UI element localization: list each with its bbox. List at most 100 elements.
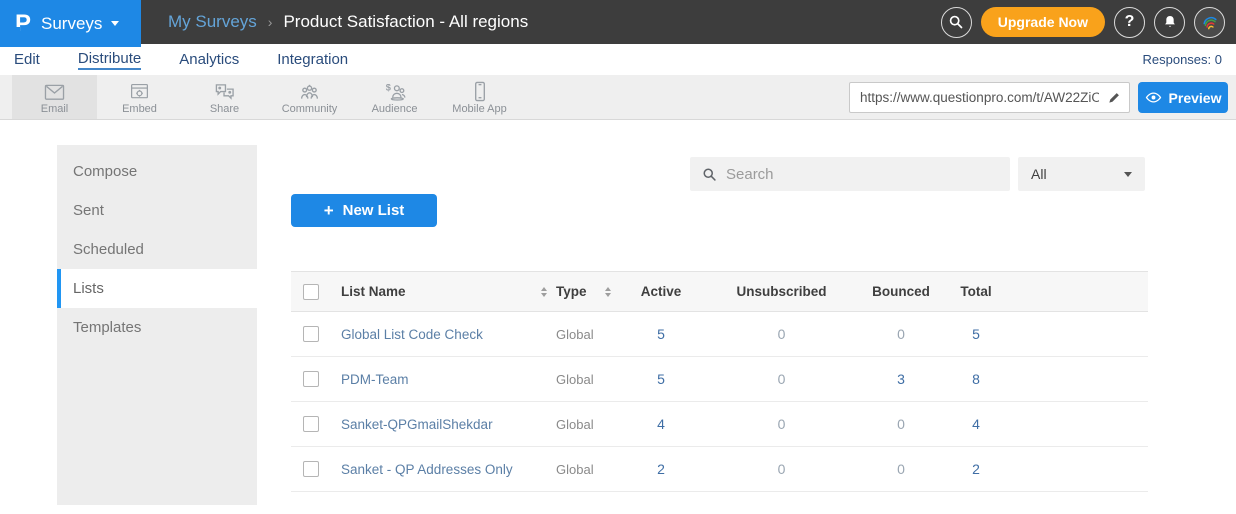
row-checkbox[interactable] xyxy=(303,371,319,387)
unsubscribed-count: 0 xyxy=(702,447,861,492)
header-actions: Upgrade Now ? xyxy=(941,0,1225,44)
table-header-row: List Name Type Active Unsubscribed Bounc… xyxy=(291,272,1148,312)
tab-analytics[interactable]: Analytics xyxy=(179,51,239,69)
preview-button[interactable]: Preview xyxy=(1138,82,1228,113)
list-name-link[interactable]: Sanket - QP Addresses Only xyxy=(341,447,556,492)
share-icon xyxy=(213,80,236,102)
table-row: Global List Code CheckGlobal5005 xyxy=(291,312,1148,357)
list-name-link[interactable]: Global List Code Check xyxy=(341,312,556,357)
channel-audience[interactable]: $ Audience xyxy=(352,75,437,119)
column-header-bounced: Bounced xyxy=(861,272,941,312)
search-field xyxy=(690,157,1010,191)
unsubscribed-count: 0 xyxy=(702,402,861,447)
active-count[interactable]: 5 xyxy=(620,357,702,402)
active-count[interactable]: 4 xyxy=(620,402,702,447)
search-button[interactable] xyxy=(941,7,972,38)
row-checkbox[interactable] xyxy=(303,461,319,477)
sidebar-item-templates[interactable]: Templates xyxy=(57,308,257,347)
share-url-input[interactable] xyxy=(850,90,1099,105)
preview-label: Preview xyxy=(1169,90,1222,106)
total-count[interactable]: 8 xyxy=(941,357,1011,402)
upgrade-button[interactable]: Upgrade Now xyxy=(981,7,1105,37)
breadcrumb-my-surveys[interactable]: My Surveys xyxy=(168,12,257,32)
column-header-list-name: List Name xyxy=(341,284,406,299)
notifications-button[interactable] xyxy=(1154,7,1185,38)
column-header-type: Type xyxy=(556,284,587,299)
sidebar-item-lists[interactable]: Lists xyxy=(57,269,257,308)
page-title: Product Satisfaction - All regions xyxy=(283,12,528,32)
app-window: P Surveys My Surveys › Product Satisfact… xyxy=(0,0,1236,514)
bounced-count[interactable]: 3 xyxy=(861,357,941,402)
audience-icon: $ xyxy=(383,80,407,102)
table-row: Sanket-QPGmailShekdarGlobal4004 xyxy=(291,402,1148,447)
list-type: Global xyxy=(556,357,620,402)
sidebar-item-scheduled[interactable]: Scheduled xyxy=(57,230,257,269)
channel-email[interactable]: Email xyxy=(12,75,97,119)
unsubscribed-count: 0 xyxy=(702,357,861,402)
filter-dropdown[interactable]: All xyxy=(1018,157,1145,191)
channel-label: Mobile App xyxy=(452,103,506,115)
distribute-sidebar: Compose Sent Scheduled Lists Templates xyxy=(57,145,257,505)
channel-label: Audience xyxy=(372,103,418,115)
edit-url-button[interactable] xyxy=(1099,91,1129,105)
sort-type-icon[interactable] xyxy=(605,287,611,297)
channel-label: Community xyxy=(282,103,338,115)
svg-text:$: $ xyxy=(385,82,390,92)
sort-list-name-icon[interactable] xyxy=(541,287,547,297)
new-list-button[interactable]: + New List xyxy=(291,194,437,227)
email-icon xyxy=(43,80,66,102)
product-switcher[interactable]: P Surveys xyxy=(0,0,141,47)
avatar[interactable] xyxy=(1194,7,1225,38)
eye-icon xyxy=(1145,91,1162,104)
plus-icon: + xyxy=(324,202,334,219)
community-icon xyxy=(298,80,321,102)
bounced-count: 0 xyxy=(861,312,941,357)
select-all-checkbox[interactable] xyxy=(303,284,319,300)
channel-list: Email Embed Share Community xyxy=(12,75,522,119)
filter-value: All xyxy=(1031,166,1047,182)
chevron-down-icon xyxy=(1124,172,1132,177)
sidebar-item-compose[interactable]: Compose xyxy=(57,152,257,191)
channel-share[interactable]: Share xyxy=(182,75,267,119)
list-name-link[interactable]: Sanket-QPGmailShekdar xyxy=(341,402,556,447)
total-count[interactable]: 4 xyxy=(941,402,1011,447)
tab-integration[interactable]: Integration xyxy=(277,51,348,69)
mobile-app-icon xyxy=(473,80,487,102)
bounced-count: 0 xyxy=(861,447,941,492)
lists-table: List Name Type Active Unsubscribed Bounc… xyxy=(291,271,1148,492)
channel-community[interactable]: Community xyxy=(267,75,352,119)
list-type: Global xyxy=(556,447,620,492)
embed-icon xyxy=(129,80,150,102)
total-count[interactable]: 2 xyxy=(941,447,1011,492)
help-button[interactable]: ? xyxy=(1114,7,1145,38)
channel-embed[interactable]: Embed xyxy=(97,75,182,119)
pencil-icon xyxy=(1107,91,1121,105)
survey-tabs: Edit Distribute Analytics Integration Re… xyxy=(0,44,1236,75)
tab-distribute[interactable]: Distribute xyxy=(78,50,141,70)
share-url-field xyxy=(849,82,1130,113)
table-body: Global List Code CheckGlobal5005PDM-Team… xyxy=(291,312,1148,492)
unsubscribed-count: 0 xyxy=(702,312,861,357)
list-name-link[interactable]: PDM-Team xyxy=(341,357,556,402)
row-checkbox[interactable] xyxy=(303,416,319,432)
active-count[interactable]: 5 xyxy=(620,312,702,357)
lists-table-container: List Name Type Active Unsubscribed Bounc… xyxy=(291,271,1148,492)
column-header-total: Total xyxy=(941,272,1011,312)
channel-mobile-app[interactable]: Mobile App xyxy=(437,75,522,119)
column-header-unsubscribed: Unsubscribed xyxy=(702,272,861,312)
row-checkbox[interactable] xyxy=(303,326,319,342)
tab-edit[interactable]: Edit xyxy=(14,51,40,69)
questionpro-logo-icon: P xyxy=(15,12,31,36)
avatar-swirl-icon xyxy=(1200,12,1220,32)
total-count[interactable]: 5 xyxy=(941,312,1011,357)
active-count[interactable]: 2 xyxy=(620,447,702,492)
channel-label: Share xyxy=(210,103,239,115)
search-icon xyxy=(948,14,964,30)
sidebar-item-sent[interactable]: Sent xyxy=(57,191,257,230)
list-type: Global xyxy=(556,312,620,357)
chevron-down-icon xyxy=(111,21,119,26)
search-icon xyxy=(702,167,717,182)
search-input[interactable] xyxy=(726,166,1010,183)
column-header-active: Active xyxy=(620,272,702,312)
table-row: Sanket - QP Addresses OnlyGlobal2002 xyxy=(291,447,1148,492)
